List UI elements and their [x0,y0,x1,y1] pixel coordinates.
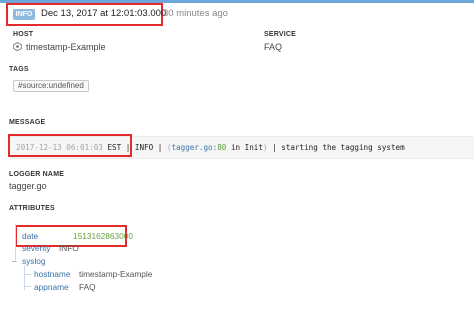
attr-syslog-toggle-icon[interactable]: − [12,256,17,266]
attr-severity-key[interactable]: severity [22,243,51,253]
attr-appname-value[interactable]: FAQ [79,282,96,292]
host-value[interactable]: timestamp-Example [26,42,106,52]
tree-connector [24,274,31,275]
tree-connector [24,286,31,287]
message-timestamp: 2017-12-13 06:01:03 [16,143,103,152]
attr-hostname-value[interactable]: timestamp-Example [79,269,152,279]
message-in-func: in Init [226,143,263,152]
message-separator: | [153,143,167,152]
service-label: SERVICE [264,31,297,38]
attr-syslog-key[interactable]: syslog [22,256,46,266]
message-separator: | [267,143,282,152]
message-file: tagger.go [171,143,213,152]
message-level: INFO [134,143,154,152]
status-badge: INFO [13,9,35,20]
message-line-number: 80 [217,143,227,152]
message-separator: | [121,143,135,152]
message-body: starting the tagging system [281,143,405,152]
tag-chip[interactable]: #source:undefined [13,80,89,92]
message-text: 2017-12-13 06:01:03 EST | INFO | (tagger… [16,143,405,152]
attr-hostname-key[interactable]: hostname [34,269,70,279]
log-date: Dec 13, 2017 at 12:01:03.000 [41,8,167,19]
relative-time: 30 minutes ago [163,8,228,19]
attr-severity-value[interactable]: INFO [59,243,79,253]
attr-appname-key[interactable]: appname [34,282,69,292]
attr-date-key[interactable]: date [22,231,38,241]
message-timezone: EST [107,143,122,152]
message-label: MESSAGE [9,119,46,126]
host-icon [13,42,22,51]
logger-label: LOGGER NAME [9,171,65,178]
tags-label: TAGS [9,66,29,73]
attributes-label: ATTRIBUTES [9,205,55,212]
service-value[interactable]: FAQ [264,42,282,52]
tree-line [15,224,16,260]
attr-date-value[interactable]: 1513162863000 [73,231,133,241]
logger-value: tagger.go [9,181,47,191]
host-label: HOST [13,31,34,38]
